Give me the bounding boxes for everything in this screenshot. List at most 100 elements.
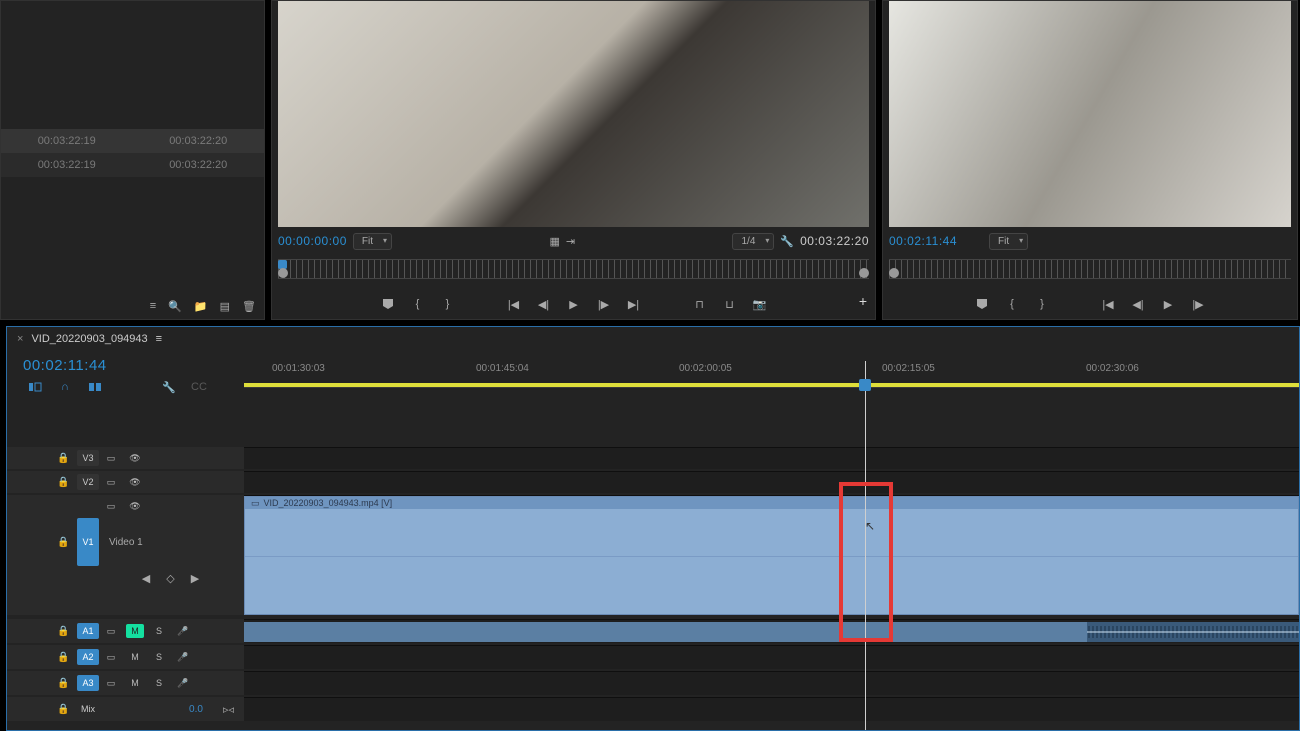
mute-button[interactable]: M — [126, 650, 144, 664]
sync-lock-icon[interactable]: ▭ — [102, 676, 120, 690]
ruler-end-handle[interactable] — [859, 268, 869, 278]
lock-icon[interactable]: 🔒 — [57, 678, 77, 689]
voice-over-icon[interactable]: 🎤 — [174, 624, 192, 638]
program-tc-left[interactable]: 00:02:11:44 — [889, 234, 957, 248]
track-tag[interactable]: A1 — [77, 623, 99, 639]
mix-track[interactable]: 🔒 Mix 0.0 ▹◃ — [7, 697, 1299, 721]
go-to-out-icon[interactable]: ▶| — [627, 297, 641, 311]
mark-out-icon[interactable]: } — [1035, 297, 1049, 311]
sync-lock-icon[interactable]: ▭ — [102, 499, 120, 513]
button-editor-icon[interactable]: + — [859, 293, 867, 309]
add-marker-icon[interactable] — [381, 297, 395, 311]
play-icon[interactable]: ▶ — [1161, 297, 1175, 311]
solo-button[interactable]: S — [150, 650, 168, 664]
mark-in-icon[interactable]: { — [1005, 297, 1019, 311]
panel-menu-icon[interactable]: ≡ — [156, 333, 162, 345]
audio-track-a1[interactable]: 🔒 A1 ▭ M S 🎤 — [7, 619, 1299, 643]
track-tag[interactable]: V1 — [77, 518, 99, 566]
sync-lock-icon[interactable]: ▭ — [102, 650, 120, 664]
source-tc-right: 00:03:22:20 — [800, 234, 869, 248]
voice-over-icon[interactable]: 🎤 — [174, 650, 192, 664]
media-out: 00:03:22:20 — [133, 157, 265, 173]
program-ruler[interactable] — [889, 259, 1291, 279]
captions-icon[interactable]: CC — [191, 379, 207, 395]
ruler-start-handle[interactable] — [889, 268, 899, 278]
mix-value[interactable]: 0.0 — [189, 704, 203, 715]
audio-track-a3[interactable]: 🔒 A3 ▭ M S 🎤 — [7, 671, 1299, 695]
step-forward-icon[interactable]: |▶ — [1191, 297, 1205, 311]
trash-icon[interactable]: 🗑 — [242, 300, 256, 313]
mute-button[interactable]: M — [126, 676, 144, 690]
media-row[interactable]: 00:03:22:19 00:03:22:20 — [1, 153, 264, 177]
solo-button[interactable]: S — [150, 624, 168, 638]
toggle-output-icon[interactable]: 👁 — [126, 475, 144, 489]
step-forward-icon[interactable]: |▶ — [597, 297, 611, 311]
lock-icon[interactable]: 🔒 — [57, 453, 77, 464]
track-tag[interactable]: V2 — [77, 474, 99, 490]
video-track-v3[interactable]: 🔒 V3 ▭ 👁 — [7, 447, 1299, 469]
solo-button[interactable]: S — [150, 676, 168, 690]
overwrite-icon[interactable]: ⊔ — [723, 297, 737, 311]
timeline-timecode[interactable]: 00:02:11:44 — [23, 357, 107, 374]
wrench-settings-icon[interactable]: 🔧 — [161, 379, 177, 395]
mark-in-icon[interactable]: { — [411, 297, 425, 311]
time-ruler[interactable]: 00:01:30:03 00:01:45:04 00:02:00:05 00:0… — [244, 363, 1299, 393]
sync-lock-icon[interactable]: ▭ — [102, 475, 120, 489]
lock-icon[interactable]: 🔒 — [57, 626, 77, 637]
track-tag[interactable]: A2 — [77, 649, 99, 665]
media-in: 00:03:22:19 — [1, 133, 133, 149]
new-bin-icon[interactable]: 📁 — [194, 300, 208, 313]
playhead-head[interactable] — [859, 379, 871, 391]
search-icon[interactable]: 🔍 — [168, 300, 182, 313]
lock-icon[interactable]: 🔒 — [57, 537, 77, 548]
play-icon[interactable]: ▶ — [567, 297, 581, 311]
video-track-v1[interactable]: ▭ 👁 🔒 V1 Video 1 ◀ ◇ ▶ ▭ — [7, 495, 1299, 615]
settings-icon[interactable]: 🔧 — [780, 235, 794, 248]
add-keyframe-icon[interactable]: ◇ — [166, 572, 174, 585]
sequence-tab[interactable]: × VID_20220903_094943 ≡ — [17, 333, 162, 345]
sync-lock-icon[interactable]: ▭ — [102, 451, 120, 465]
source-ruler[interactable] — [278, 259, 869, 279]
track-tag[interactable]: A3 — [77, 675, 99, 691]
insert-icon[interactable]: ⊓ — [693, 297, 707, 311]
source-video-preview[interactable] — [278, 1, 869, 227]
audio-track-a2[interactable]: 🔒 A2 ▭ M S 🎤 — [7, 645, 1299, 669]
prev-keyframe-icon[interactable]: ◀ — [142, 572, 150, 585]
sync-lock-icon[interactable]: ▭ — [102, 624, 120, 638]
ruler-label: 00:01:30:03 — [272, 363, 325, 374]
video-clip[interactable]: ▭ VID_20220903_094943.mp4 [V] — [244, 496, 1299, 615]
video-track-v2[interactable]: 🔒 V2 ▭ 👁 — [7, 471, 1299, 493]
next-keyframe-icon[interactable]: ▶ — [191, 572, 199, 585]
source-tc-left[interactable]: 00:00:00:00 — [278, 234, 347, 248]
go-to-in-icon[interactable]: |◀ — [1101, 297, 1115, 311]
select-zoom-icon[interactable]: ▦ — [549, 235, 559, 248]
track-tag[interactable]: V3 — [77, 450, 99, 466]
media-row[interactable]: 00:03:22:19 00:03:22:20 — [1, 129, 264, 153]
source-resolution-dropdown[interactable]: 1/4 — [732, 233, 774, 250]
list-view-icon[interactable]: ≡ — [150, 300, 156, 313]
toggle-output-icon[interactable]: 👁 — [126, 499, 144, 513]
mute-button[interactable]: M — [126, 624, 144, 638]
collapse-icon[interactable]: ▹◃ — [223, 703, 234, 716]
lock-icon[interactable]: 🔒 — [57, 704, 77, 715]
voice-over-icon[interactable]: 🎤 — [174, 676, 192, 690]
mark-out-icon[interactable]: } — [441, 297, 455, 311]
audio-clip-segment[interactable] — [244, 622, 1087, 642]
step-back-icon[interactable]: ◀| — [537, 297, 551, 311]
toggle-output-icon[interactable]: 👁 — [126, 451, 144, 465]
go-to-in-icon[interactable]: |◀ — [507, 297, 521, 311]
step-back-icon[interactable]: ◀| — [1131, 297, 1145, 311]
program-zoom-dropdown[interactable]: Fit — [989, 233, 1028, 250]
drag-video-icon[interactable]: ⇥ — [566, 235, 575, 248]
insert-sequence-icon[interactable] — [27, 379, 43, 395]
linked-selection-icon[interactable] — [87, 379, 103, 395]
source-zoom-dropdown[interactable]: Fit — [353, 233, 392, 250]
new-item-icon[interactable]: ▤ — [220, 300, 230, 313]
add-marker-icon[interactable] — [975, 297, 989, 311]
ruler-start-handle[interactable] — [278, 268, 288, 278]
lock-icon[interactable]: 🔒 — [57, 477, 77, 488]
export-frame-icon[interactable]: 📷 — [753, 297, 767, 311]
program-video-preview[interactable] — [889, 1, 1291, 227]
lock-icon[interactable]: 🔒 — [57, 652, 77, 663]
snap-icon[interactable]: ∩ — [57, 379, 73, 395]
